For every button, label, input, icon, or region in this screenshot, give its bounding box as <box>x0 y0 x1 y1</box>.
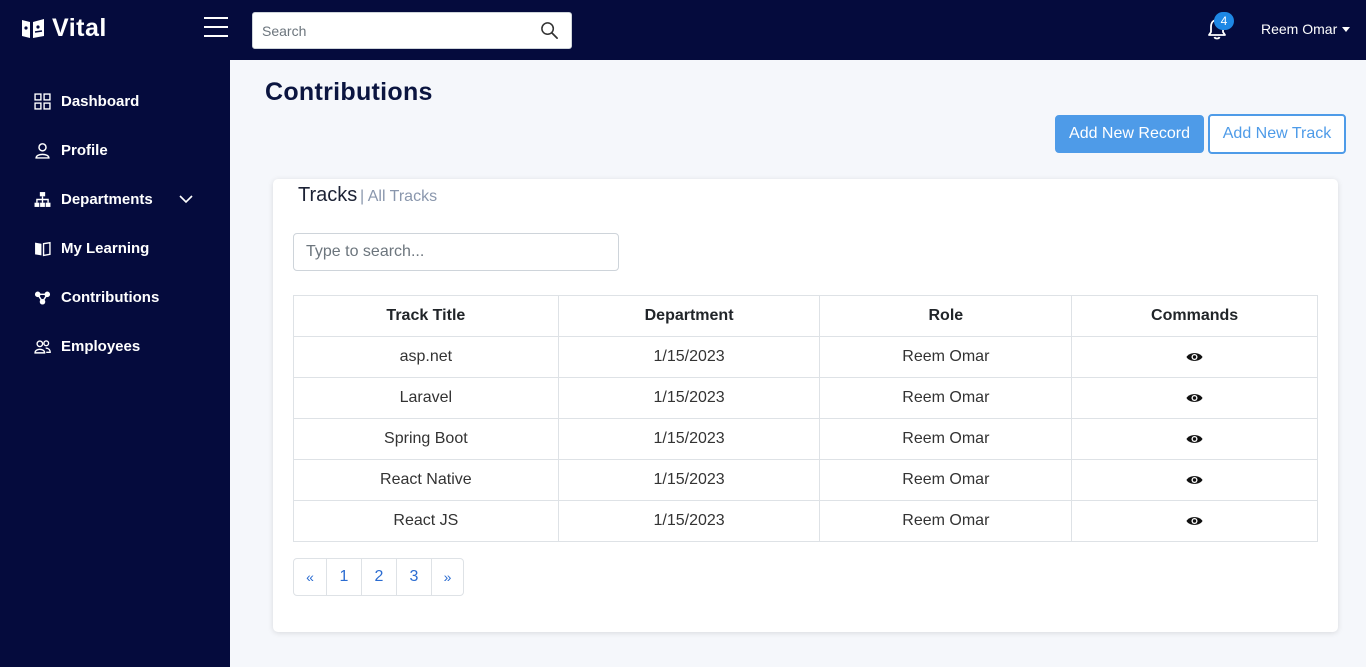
cell-role: Reem Omar <box>819 459 1073 501</box>
sidebar-item-my-learning[interactable]: My Learning <box>0 228 230 268</box>
table-search-input[interactable] <box>293 233 619 271</box>
search-icon[interactable] <box>540 21 559 40</box>
book-icon <box>35 241 51 256</box>
sidebar-item-label: My Learning <box>61 239 150 257</box>
user-name: Reem Omar <box>1261 21 1338 37</box>
cell-track-title: React Native <box>293 459 559 501</box>
sidebar-item-label: Profile <box>61 141 108 159</box>
vital-logo-icon <box>22 18 44 38</box>
view-eye-icon[interactable] <box>1186 515 1203 527</box>
sidebar-item-label: Contributions <box>61 288 160 306</box>
cell-role: Reem Omar <box>819 377 1073 419</box>
cell-track-title: Spring Boot <box>293 418 559 460</box>
sidebar: Dashboard Profile Departments My Learnin… <box>0 60 230 667</box>
grid-icon <box>34 92 51 110</box>
caret-down-icon <box>1342 26 1351 32</box>
user-icon <box>35 142 50 159</box>
cell-commands <box>1071 459 1318 501</box>
sidebar-item-departments[interactable]: Departments <box>0 179 230 219</box>
cell-department: 1/15/2023 <box>557 418 821 460</box>
notification-badge: 4 <box>1214 12 1234 30</box>
pagination-prev[interactable]: « <box>294 559 326 595</box>
page-title: Contributions <box>265 78 433 106</box>
column-header-department[interactable]: Department <box>557 295 821 337</box>
pagination: « 1 2 3 » <box>293 558 464 596</box>
menu-toggle-icon[interactable] <box>204 17 228 39</box>
pagination-next[interactable]: » <box>431 559 463 595</box>
sidebar-item-label: Employees <box>61 337 141 355</box>
table-row: React JS 1/15/2023 Reem Omar <box>293 500 1318 542</box>
view-eye-icon[interactable] <box>1186 433 1203 445</box>
sitemap-icon <box>34 191 51 207</box>
contributions-icon <box>34 291 51 305</box>
add-new-record-button[interactable]: Add New Record <box>1055 115 1204 153</box>
add-new-track-button[interactable]: Add New Track <box>1208 114 1346 154</box>
cell-track-title: asp.net <box>293 336 559 378</box>
pagination-page-3[interactable]: 3 <box>396 559 431 595</box>
pagination-page-2[interactable]: 2 <box>361 559 396 595</box>
tracks-table: Track Title Department Role Commands asp… <box>293 295 1318 542</box>
card-title: Tracks <box>298 184 358 206</box>
cell-commands <box>1071 418 1318 460</box>
view-eye-icon[interactable] <box>1186 474 1203 486</box>
cell-department: 1/15/2023 <box>557 459 821 501</box>
table-row: Laravel 1/15/2023 Reem Omar <box>293 377 1318 419</box>
table-row: asp.net 1/15/2023 Reem Omar <box>293 336 1318 378</box>
brand-name: Vital <box>52 14 107 42</box>
cell-role: Reem Omar <box>819 336 1073 378</box>
card-subtitle: | All Tracks <box>360 188 438 205</box>
user-menu[interactable]: Reem Omar <box>1261 21 1351 37</box>
cell-track-title: Laravel <box>293 377 559 419</box>
tracks-card: Tracks | All Tracks Track Title Departme… <box>273 179 1338 632</box>
column-header-commands: Commands <box>1071 295 1318 337</box>
cell-commands <box>1071 500 1318 542</box>
cell-department: 1/15/2023 <box>557 336 821 378</box>
top-search-input[interactable] <box>253 13 533 48</box>
table-row: Spring Boot 1/15/2023 Reem Omar <box>293 418 1318 460</box>
chevron-down-icon[interactable] <box>178 191 194 207</box>
view-eye-icon[interactable] <box>1186 351 1203 363</box>
users-icon <box>34 339 51 354</box>
view-eye-icon[interactable] <box>1186 392 1203 404</box>
table-row: React Native 1/15/2023 Reem Omar <box>293 459 1318 501</box>
cell-role: Reem Omar <box>819 500 1073 542</box>
sidebar-item-contributions[interactable]: Contributions <box>0 277 230 317</box>
cell-role: Reem Omar <box>819 418 1073 460</box>
brand[interactable]: Vital <box>20 14 107 43</box>
sidebar-item-label: Dashboard <box>61 92 140 110</box>
cell-commands <box>1071 336 1318 378</box>
table-header-row: Track Title Department Role Commands <box>293 295 1318 337</box>
top-search-box <box>252 12 572 49</box>
cell-track-title: React JS <box>293 500 559 542</box>
sidebar-item-employees[interactable]: Employees <box>0 326 230 366</box>
cell-department: 1/15/2023 <box>557 377 821 419</box>
pagination-page-1[interactable]: 1 <box>326 559 361 595</box>
sidebar-item-label: Departments <box>61 190 153 208</box>
column-header-role[interactable]: Role <box>819 295 1073 337</box>
cell-department: 1/15/2023 <box>557 500 821 542</box>
sidebar-item-dashboard[interactable]: Dashboard <box>0 81 230 121</box>
sidebar-item-profile[interactable]: Profile <box>0 130 230 170</box>
column-header-track-title[interactable]: Track Title <box>293 295 559 337</box>
top-navbar: Vital 4 Reem Omar <box>0 0 1366 60</box>
cell-commands <box>1071 377 1318 419</box>
